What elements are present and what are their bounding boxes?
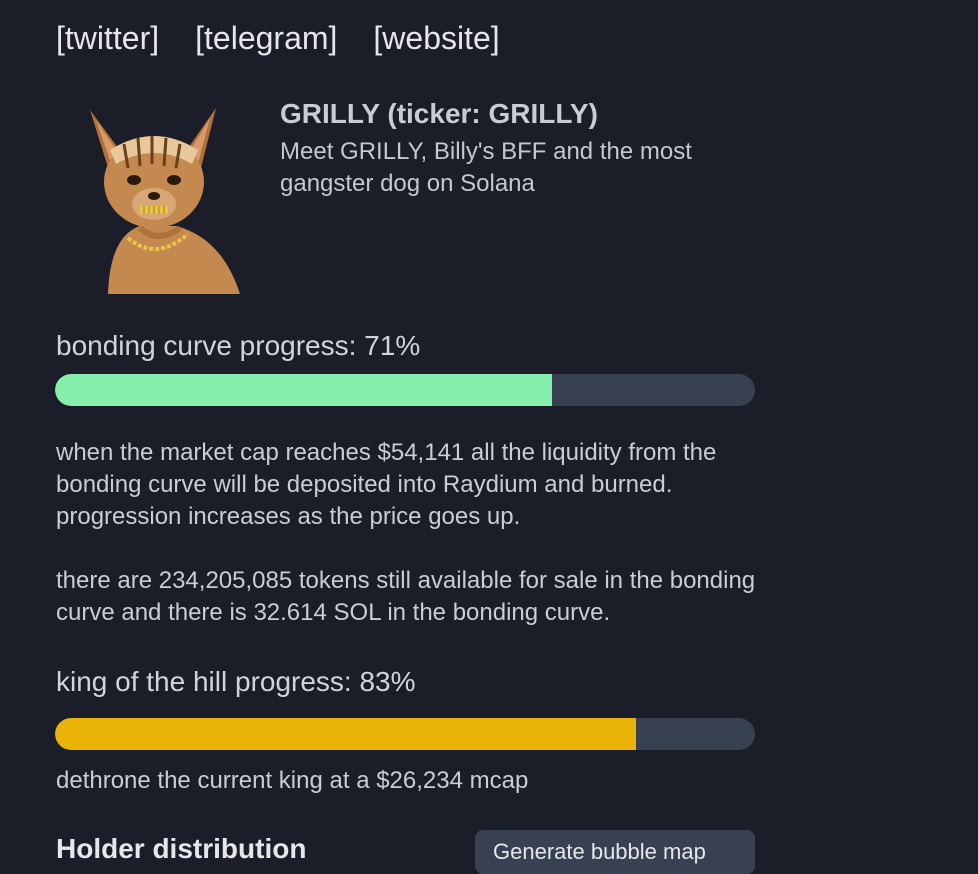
holder-distribution-heading: Holder distribution (56, 833, 307, 864)
website-link[interactable]: [website] (373, 18, 499, 58)
generate-bubble-map-button[interactable]: Generate bubble map (475, 830, 755, 874)
social-links: [twitter] [telegram] [website] (56, 18, 500, 58)
token-info: GRILLY (ticker: GRILLY) Meet GRILLY, Bil… (280, 96, 740, 200)
token-title: GRILLY (ticker: GRILLY) (280, 98, 598, 129)
bonding-curve-progress-bar (55, 374, 755, 406)
bonding-curve-label: bonding curve progress: 71% (56, 330, 421, 361)
bonding-curve-progress-fill (55, 374, 552, 406)
twitter-link[interactable]: [twitter] (56, 18, 159, 58)
telegram-link[interactable]: [telegram] (195, 18, 337, 58)
king-of-hill-progress-bar (55, 718, 755, 750)
token-image (80, 104, 244, 294)
king-of-hill-info: dethrone the current king at a $26,234 m… (56, 767, 529, 794)
king-of-hill-progress-fill (55, 718, 636, 750)
bonding-curve-tokens-info: there are 234,205,085 tokens still avail… (56, 567, 756, 626)
token-description: Meet GRILLY, Billy's BFF and the most ga… (280, 138, 692, 197)
bonding-curve-info: when the market cap reaches $54,141 all … (56, 439, 717, 530)
king-of-hill-label: king of the hill progress: 83% (56, 666, 416, 697)
